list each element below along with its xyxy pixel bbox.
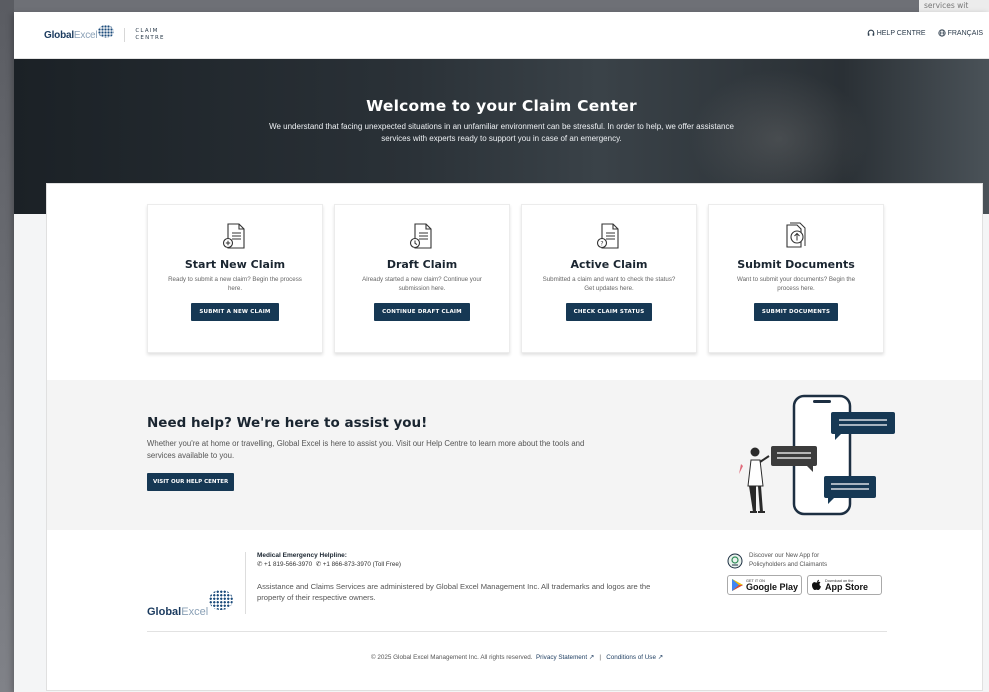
card-description: Ready to submit a new claim? Begin the p… (168, 276, 302, 292)
card-description: Already started a new claim? Continue yo… (362, 276, 482, 292)
globe-icon (937, 29, 946, 37)
footer-divider (245, 552, 246, 614)
mobile-app-icon (727, 553, 743, 568)
card-active-claim: ? Active Claim Submitted a claim and wan… (521, 204, 697, 353)
privacy-statement-link[interactable]: Privacy Statement ↗ (536, 654, 594, 661)
card-title: Submit Documents (737, 258, 855, 271)
svg-text:?: ? (600, 240, 603, 247)
phone-icon: ✆ (315, 561, 321, 568)
header-links: HELP CENTRE FRANÇAIS (867, 29, 983, 37)
main-content-panel: Start New Claim Ready to submit a new cl… (46, 183, 983, 691)
card-submit-documents: Submit Documents Want to submit your doc… (708, 204, 884, 353)
footer-disclaimer: Assistance and Claims Services are admin… (257, 582, 651, 602)
hero-title: Welcome to your Claim Center (366, 97, 637, 115)
phone-number-toll-free[interactable]: +1 866-873-3970 (Toll Free) (323, 561, 401, 568)
card-description: Submitted a claim and want to check the … (542, 276, 676, 292)
google-play-badge[interactable]: GET IT ON Google Play (727, 575, 802, 595)
external-link-icon: ↗ (657, 654, 663, 661)
google-play-icon (732, 579, 743, 591)
language-toggle-link[interactable]: FRANÇAIS (937, 29, 983, 37)
help-centre-link[interactable]: HELP CENTRE (867, 29, 926, 37)
headset-icon (867, 29, 875, 36)
logo-globe-icon (98, 24, 115, 38)
submit-documents-button[interactable]: SUBMIT DOCUMENTS (753, 303, 839, 321)
mobile-app-promo: Discover our New App for Policyholders an… (727, 552, 887, 595)
app-store-badges: GET IT ON Google Play Download on the App … (727, 575, 887, 595)
claim-action-cards: Start New Claim Ready to submit a new cl… (147, 204, 884, 353)
hero-description: We understand that facing unexpected sit… (269, 122, 734, 143)
card-draft-claim: Draft Claim Already started a new claim?… (334, 204, 510, 353)
upload-document-icon (786, 222, 806, 248)
claim-centre-label: CLAIM CENTRE (124, 28, 164, 42)
copyright-text: © 2025 Global Excel Management Inc. All … (371, 654, 533, 661)
global-excel-logo[interactable]: Global Excel (44, 24, 115, 46)
footer-contact-info: Medical Emergency Helpline: ✆ +1 819-566… (257, 552, 677, 603)
app-promo-line-1: Discover our New App for (749, 552, 820, 559)
helpline-title: Medical Emergency Helpline: (257, 552, 347, 559)
continue-draft-claim-button[interactable]: CONTINUE DRAFT CLAIM (374, 303, 470, 321)
browser-page: Global Excel CLAIM CENTRE HELP CENTRE FRA… (14, 12, 989, 692)
phone-icon: ✆ (257, 561, 263, 568)
external-link-icon: ↗ (588, 654, 595, 661)
submit-new-claim-button[interactable]: SUBMIT A NEW CLAIM (191, 303, 279, 321)
background-window-text: services wit (919, 0, 989, 12)
card-start-new-claim: Start New Claim Ready to submit a new cl… (147, 204, 323, 353)
card-description: Want to submit your documents? Begin the… (736, 276, 856, 292)
card-title: Draft Claim (386, 258, 458, 271)
draft-claim-icon (409, 223, 432, 249)
helpline-phones: ✆ +1 819-566-3970 ✆ +1 866-873-3970 (Tol… (257, 561, 677, 568)
help-description: Whether you're at home or travelling, Gl… (147, 439, 585, 460)
footer-logo-global-text: Global (147, 606, 182, 618)
app-store-badge[interactable]: Download on the App Store (807, 575, 882, 595)
app-store-text: App Store (825, 581, 869, 592)
help-section: Need help? We're here to assist you! Whe… (47, 380, 982, 530)
background-desktop (0, 0, 14, 692)
footer-logo-excel-text: Excel (181, 606, 209, 618)
top-navigation: Global Excel CLAIM CENTRE HELP CENTRE FRA… (14, 12, 989, 59)
visit-help-center-button[interactable]: VISIT OUR HELP CENTER (147, 473, 235, 491)
app-promo-line-2: Policyholders and Claimants (749, 560, 828, 568)
link-separator: | (599, 654, 601, 661)
apple-icon (812, 579, 821, 590)
check-claim-status-button[interactable]: CHECK CLAIM STATUS (565, 303, 653, 321)
logo-global-text: Global (44, 29, 74, 41)
conditions-of-use-link[interactable]: Conditions of Use ↗ (606, 654, 663, 661)
card-title: Start New Claim (184, 258, 286, 271)
help-title: Need help? We're here to assist you! (147, 415, 428, 431)
logo-excel-text: Excel (73, 29, 98, 41)
footer-copyright-bar: © 2025 Global Excel Management Inc. All … (147, 654, 887, 661)
footer-logo-globe-icon (209, 590, 234, 610)
google-play-text: Google Play (746, 581, 799, 592)
footer-separator (147, 631, 887, 632)
phone-number-local[interactable]: +1 819-566-3970 (264, 561, 312, 568)
card-title: Active Claim (570, 258, 648, 271)
new-claim-icon (222, 223, 245, 249)
footer-global-excel-logo: Global Excel (147, 590, 234, 618)
active-claim-icon: ? (596, 223, 619, 249)
phone-chat-illustration (739, 394, 895, 516)
